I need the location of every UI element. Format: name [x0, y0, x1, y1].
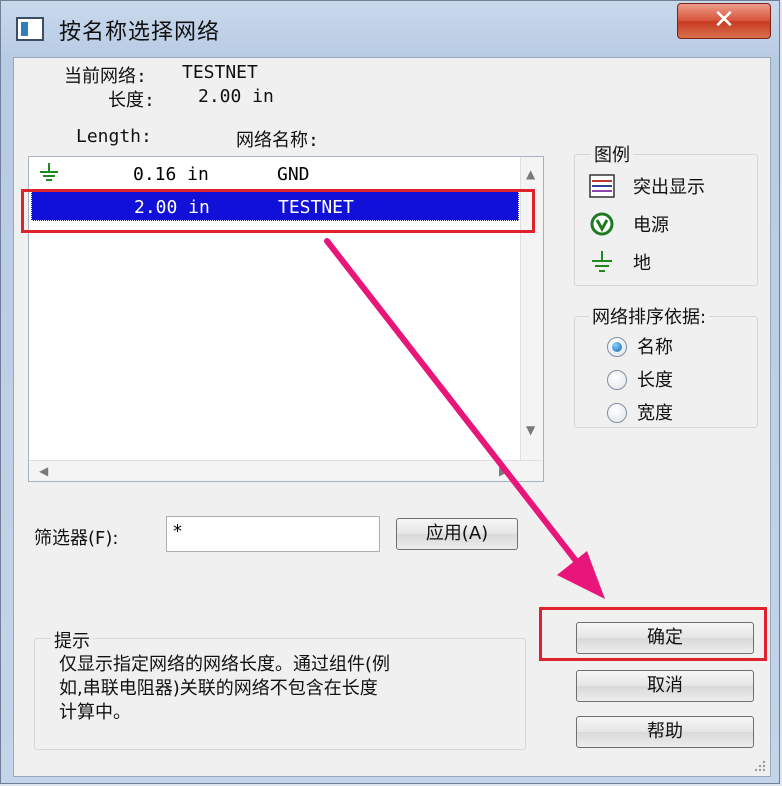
current-net-label: 当前网络:	[64, 66, 147, 87]
hint-group: 提示 仅显示指定网络的网络长度。通过组件(例 如,串联电阻器)关联的网络不包含在…	[34, 627, 526, 750]
column-header-length[interactable]: Length:	[76, 126, 152, 147]
radio-sort-width[interactable]	[607, 403, 627, 423]
current-net-value: TESTNET	[182, 62, 258, 83]
legend-group: 图例 突出显示 电源 地	[574, 141, 758, 286]
scroll-right-icon[interactable]: ▶	[499, 464, 508, 478]
current-length-value: 2.00 in	[198, 86, 274, 107]
hint-line-3: 计算中。	[59, 702, 131, 723]
resize-grip-icon[interactable]	[752, 758, 766, 772]
legend-label-ground: 地	[633, 253, 651, 274]
dialog-client-area: 当前网络: TESTNET 长度: 2.00 in Length: 网络名称: …	[13, 57, 771, 777]
scroll-left-icon[interactable]: ◀	[39, 464, 48, 478]
filter-label: 筛选器(F):	[34, 528, 119, 549]
radio-sort-name[interactable]	[607, 337, 627, 357]
annotation-highlight-ok-button	[539, 607, 767, 661]
highlight-icon	[589, 174, 615, 198]
filter-input[interactable]: *	[166, 516, 380, 552]
legend-label-highlight: 突出显示	[633, 177, 705, 198]
radio-sort-length[interactable]	[607, 370, 627, 390]
apply-button[interactable]: 应用(A)	[396, 518, 518, 550]
ground-icon	[592, 251, 612, 272]
row-length: 0.16 in	[133, 164, 209, 185]
app-icon	[16, 17, 44, 41]
hint-line-2: 如,串联电阻器)关联的网络不包含在长度	[59, 678, 378, 699]
title-bar[interactable]: 按名称选择网络 ✕	[1, 1, 779, 57]
ground-icon	[40, 163, 58, 181]
horizontal-scrollbar[interactable]: ◀ ▶	[29, 460, 543, 481]
radio-label-length[interactable]: 长度	[637, 366, 673, 392]
annotation-highlight-selected-row	[21, 189, 535, 233]
power-icon	[590, 212, 614, 236]
legend-label-power: 电源	[633, 215, 669, 236]
legend-title: 图例	[591, 141, 633, 167]
scroll-up-icon[interactable]: ▲	[526, 167, 535, 181]
radio-label-name[interactable]: 名称	[637, 333, 673, 359]
dialog-window: 按名称选择网络 ✕ 当前网络: TESTNET 长度: 2.00 in Leng…	[0, 0, 780, 784]
sort-title: 网络排序依据:	[589, 303, 710, 329]
cancel-button[interactable]: 取消	[576, 670, 754, 702]
sort-group: 网络排序依据: 名称 长度 宽度	[574, 303, 758, 428]
row-net-name: GND	[277, 164, 310, 185]
list-item[interactable]: 0.16 in GND	[31, 159, 519, 189]
scroll-down-icon[interactable]: ▼	[526, 423, 535, 437]
hint-title: 提示	[51, 627, 93, 653]
close-button[interactable]: ✕	[677, 3, 771, 39]
current-length-label: 长度:	[108, 90, 155, 111]
hint-line-1: 仅显示指定网络的网络长度。通过组件(例	[59, 654, 391, 675]
window-title: 按名称选择网络	[59, 20, 221, 45]
help-button[interactable]: 帮助	[576, 716, 754, 748]
column-header-net-name[interactable]: 网络名称:	[236, 126, 319, 152]
radio-label-width[interactable]: 宽度	[637, 399, 673, 425]
